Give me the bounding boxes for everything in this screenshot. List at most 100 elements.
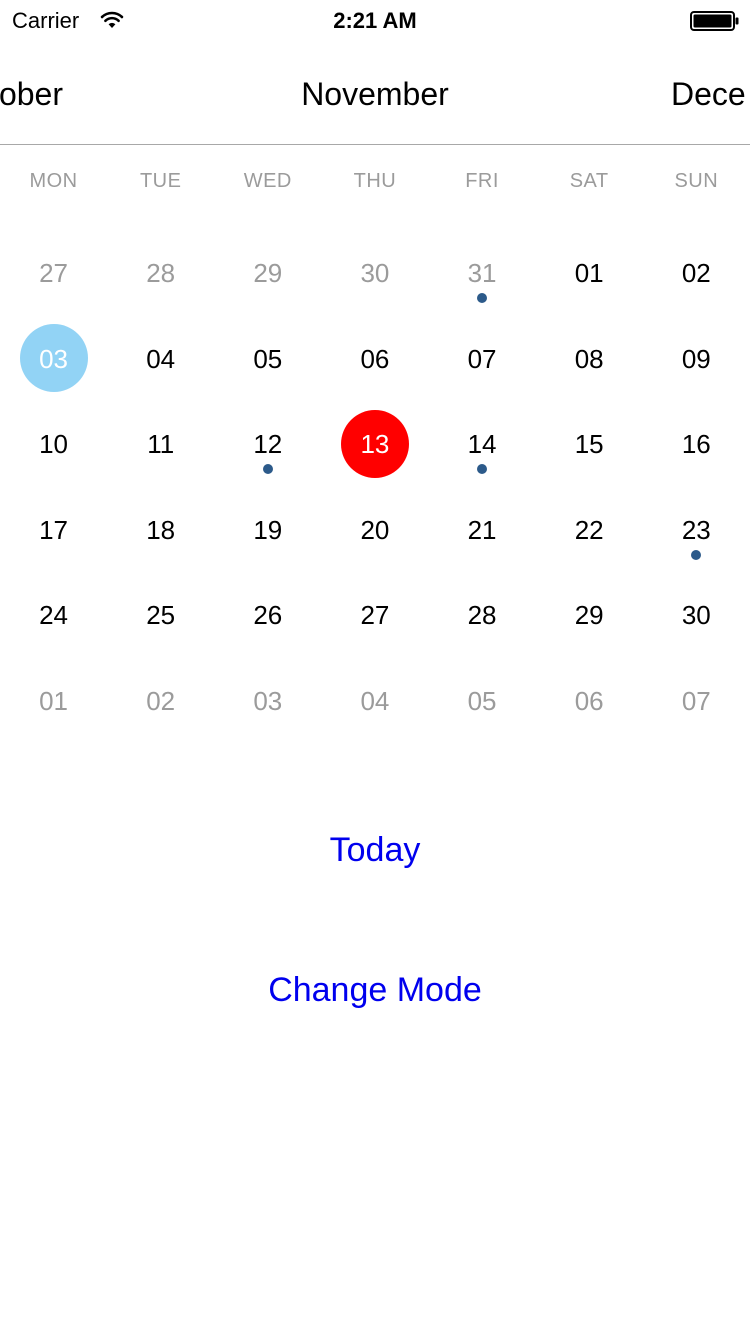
day-cell[interactable]: 16	[643, 401, 750, 487]
weekday-label: FRI	[465, 170, 499, 192]
day-cell[interactable]: 20	[321, 487, 428, 573]
day-number: 19	[253, 514, 283, 545]
day-cell[interactable]: 06	[321, 316, 428, 402]
day-number: 05	[253, 343, 283, 374]
day-cell[interactable]: 26	[214, 572, 321, 658]
day-cell-selected[interactable]: 03	[0, 316, 107, 402]
day-number: 09	[681, 343, 711, 374]
day-number: 28	[467, 600, 497, 631]
today-button[interactable]: Today	[0, 830, 750, 871]
day-cell[interactable]: 19	[214, 487, 321, 573]
day-cell[interactable]: 04	[107, 316, 214, 402]
day-cell[interactable]: 01	[536, 230, 643, 316]
day-cell[interactable]: 07	[429, 316, 536, 402]
day-number: 06	[574, 685, 604, 716]
day-number: 30	[360, 258, 390, 288]
battery-icon	[690, 11, 739, 31]
day-cell[interactable]: 27	[321, 572, 428, 658]
day-number: 25	[146, 600, 176, 631]
day-number: 18	[146, 514, 176, 545]
day-number: 21	[467, 514, 497, 545]
day-number: 24	[39, 600, 69, 631]
day-cell[interactable]: 24	[0, 572, 107, 658]
day-number: 07	[467, 343, 497, 374]
month-scroller[interactable]: ober November Dece	[0, 60, 750, 144]
day-cell[interactable]: 05	[429, 658, 536, 744]
day-cell[interactable]: 04	[321, 658, 428, 744]
status-time: 2:21 AM	[333, 8, 417, 33]
day-cell[interactable]: 07	[643, 658, 750, 744]
day-number: 04	[360, 685, 390, 716]
day-number: 04	[146, 343, 176, 374]
next-month-label[interactable]: Dece	[671, 76, 746, 113]
day-cell-today[interactable]: 13	[321, 401, 428, 487]
day-number: 23	[681, 514, 711, 545]
day-number: 27	[39, 258, 69, 288]
day-cell[interactable]: 11	[107, 401, 214, 487]
day-cell[interactable]: 22	[536, 487, 643, 573]
day-number: 11	[147, 429, 175, 460]
day-number: 12	[253, 429, 283, 460]
day-cell[interactable]: 31	[429, 230, 536, 316]
calendar-screen: Carrier 2:21 AM ober November Dece MON TU…	[0, 0, 750, 1334]
day-number: 03	[253, 685, 283, 716]
day-number: 22	[574, 514, 604, 545]
day-cell[interactable]: 18	[107, 487, 214, 573]
calendar-grid: 27 28 29 30 31 01 02 03 04 05 06 07 08 09 10 11 12 13 14 15…	[0, 230, 750, 744]
day-cell[interactable]: 29	[214, 230, 321, 316]
day-cell[interactable]: 25	[107, 572, 214, 658]
day-cell[interactable]: 30	[321, 230, 428, 316]
day-cell[interactable]: 08	[536, 316, 643, 402]
day-cell[interactable]: 03	[214, 658, 321, 744]
header-divider	[0, 144, 750, 145]
day-cell[interactable]: 28	[107, 230, 214, 316]
day-cell[interactable]: 17	[0, 487, 107, 573]
day-number: 15	[574, 429, 604, 460]
day-number: 03	[39, 343, 69, 374]
day-number: 27	[360, 600, 390, 631]
weekday-label: WED	[243, 170, 292, 192]
weekday-header: MON TUE WED THU FRI SAT SUN	[0, 170, 750, 204]
day-cell[interactable]: 28	[429, 572, 536, 658]
day-number: 10	[39, 429, 69, 460]
day-cell[interactable]: 15	[536, 401, 643, 487]
day-cell[interactable]: 23	[643, 487, 750, 573]
day-cell[interactable]: 06	[536, 658, 643, 744]
day-number: 06	[360, 343, 390, 374]
weekday-label: MON	[29, 170, 78, 192]
day-number: 02	[681, 258, 711, 288]
weekday-label: TUE	[139, 170, 182, 192]
weekday-label: THU	[353, 170, 397, 192]
week-row: 24 25 26 27 28 29 30	[0, 572, 750, 658]
weekday-label: SUN	[674, 170, 719, 192]
weekday-label: SAT	[569, 170, 609, 192]
day-number: 13	[360, 429, 390, 460]
day-cell[interactable]: 05	[214, 316, 321, 402]
day-cell[interactable]: 21	[429, 487, 536, 573]
day-cell[interactable]: 29	[536, 572, 643, 658]
day-cell[interactable]: 12	[214, 401, 321, 487]
day-number: 08	[574, 343, 604, 374]
day-number: 31	[467, 258, 497, 288]
day-cell[interactable]: 01	[0, 658, 107, 744]
change-mode-button[interactable]: Change Mode	[0, 970, 750, 1011]
day-number: 26	[253, 600, 283, 631]
week-row: 01 02 03 04 05 06 07	[0, 658, 750, 744]
day-cell[interactable]: 30	[643, 572, 750, 658]
day-cell[interactable]: 27	[0, 230, 107, 316]
day-number: 30	[681, 600, 711, 631]
day-number: 29	[574, 600, 604, 631]
week-row: 03 04 05 06 07 08 09	[0, 316, 750, 402]
event-dot-icon	[262, 464, 273, 475]
day-number: 05	[467, 685, 497, 716]
day-number: 01	[574, 258, 604, 288]
day-cell[interactable]: 02	[107, 658, 214, 744]
day-cell[interactable]: 09	[643, 316, 750, 402]
day-cell[interactable]: 02	[643, 230, 750, 316]
day-number: 20	[360, 514, 390, 545]
day-number: 14	[467, 429, 497, 460]
day-number: 17	[39, 514, 69, 545]
day-cell[interactable]: 14	[429, 401, 536, 487]
day-number: 07	[681, 685, 711, 716]
day-cell[interactable]: 10	[0, 401, 107, 487]
